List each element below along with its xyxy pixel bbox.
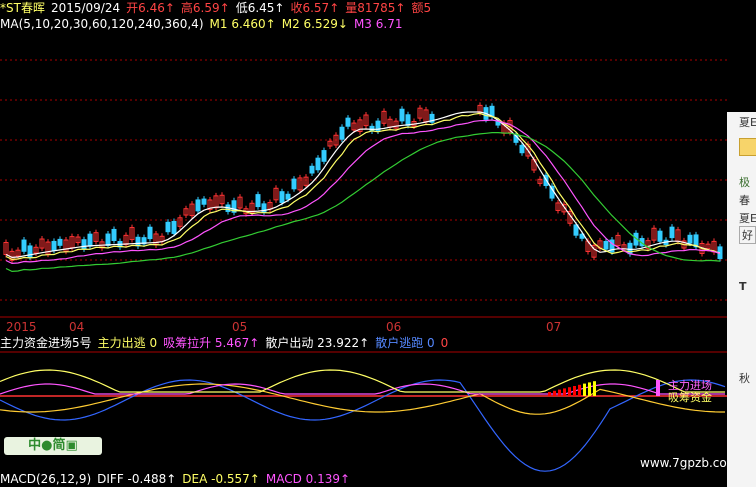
macd-diff: DIFF -0.488↑ bbox=[97, 472, 177, 486]
quote-volume: 量81785↑ bbox=[345, 1, 406, 15]
macd-bar-8 bbox=[588, 382, 591, 396]
candle-body-52 bbox=[315, 157, 321, 171]
candle-body-100 bbox=[603, 240, 609, 250]
candle-body-24 bbox=[147, 226, 153, 240]
candle-body-114 bbox=[687, 234, 693, 244]
macd-bar-2 bbox=[558, 389, 561, 396]
side-item-2[interactable]: 春 bbox=[739, 192, 750, 208]
side-item-4[interactable]: 好 bbox=[739, 226, 756, 244]
candle-body-109 bbox=[657, 230, 663, 242]
logo-text: 中●简▣ bbox=[28, 438, 78, 453]
candle-body-28 bbox=[171, 220, 177, 234]
candle-body-18 bbox=[111, 228, 117, 241]
candle-body-33 bbox=[201, 198, 207, 205]
candle-body-51 bbox=[309, 165, 315, 174]
indicator-panel bbox=[0, 369, 726, 472]
quote-close: 收6.57↑ bbox=[290, 1, 340, 15]
quote-open: 开6.46↑ bbox=[126, 1, 175, 15]
candle-body-111 bbox=[669, 226, 675, 239]
x-label-1: 04 bbox=[69, 320, 85, 334]
macd-bar-3 bbox=[563, 388, 566, 396]
indicator-title[interactable]: 主力资金进场5号 bbox=[0, 336, 92, 350]
candle-body-42 bbox=[255, 194, 261, 208]
side-warning-icon bbox=[739, 138, 756, 156]
x-label-4: 07 bbox=[546, 320, 562, 334]
macd-value: MACD 0.139↑ bbox=[265, 472, 351, 486]
candle-body-17 bbox=[105, 233, 111, 246]
candle-body-67 bbox=[405, 114, 411, 126]
quote-date: 2015/09/24 bbox=[50, 1, 121, 15]
side-item-5[interactable]: T bbox=[739, 280, 747, 293]
ma-m3: M3 6.71 bbox=[353, 17, 403, 31]
candle-body-66 bbox=[399, 108, 405, 122]
ma-m1: M1 6.460↑ bbox=[209, 17, 276, 31]
candle-body-61 bbox=[369, 125, 375, 132]
candle-body-56 bbox=[339, 126, 345, 140]
x-label-3: 06 bbox=[386, 320, 402, 334]
candle-body-47 bbox=[285, 193, 291, 200]
macd-bar-0 bbox=[548, 392, 551, 396]
indicator-retail-flee: 散户逃跑 0 bbox=[375, 336, 435, 350]
candle-body-3 bbox=[21, 239, 27, 252]
candle-body-22 bbox=[135, 236, 141, 247]
quote-high: 高6.59↑ bbox=[180, 1, 230, 15]
macd-bar-4 bbox=[568, 387, 571, 396]
side-panel: 夏E 极 春 夏E 好 T 秋 bbox=[727, 112, 756, 487]
side-item-0[interactable]: 夏E bbox=[739, 114, 756, 130]
x-label-0: 2015 bbox=[6, 320, 37, 334]
side-item-3[interactable]: 夏E bbox=[739, 210, 756, 226]
indicator-retail-out: 散户出动 23.922↑ bbox=[265, 336, 370, 350]
macd-bar-7 bbox=[583, 383, 586, 396]
candle-body-27 bbox=[165, 221, 171, 233]
indicator-main-out: 主力出逃 0 bbox=[97, 336, 158, 350]
chart-annotations: 主力进场 吸筹资金 bbox=[668, 380, 712, 404]
x-label-2: 05 bbox=[232, 320, 248, 334]
indicator-yellow-line bbox=[0, 369, 725, 393]
macd-bar-9 bbox=[593, 381, 596, 396]
indicator-header: 主力资金进场5号 主力出逃 0 吸筹拉升 5.467↑ 散户出动 23.922↑ 散户逃… bbox=[0, 335, 454, 351]
marker-bar bbox=[656, 380, 660, 396]
candle-body-32 bbox=[195, 199, 201, 212]
ma-header: MA(5,10,20,30,60,120,240,360,4) M1 6.460↑… bbox=[0, 16, 408, 32]
macd-bar-5 bbox=[573, 386, 576, 396]
stock-name[interactable]: *ST春晖 bbox=[0, 1, 45, 15]
quote-header: *ST春晖 2015/09/24 开6.46↑ 高6.59↑ 低6.45↑ 收6.57↑ 量… bbox=[0, 0, 437, 16]
quote-amount: 额5 bbox=[411, 1, 432, 15]
candle-body-86 bbox=[519, 144, 525, 154]
candle-body-8 bbox=[51, 240, 57, 251]
candle-body-14 bbox=[87, 233, 93, 247]
ma-m2: M2 6.529↓ bbox=[281, 17, 348, 31]
macd-dea: DEA -0.557↑ bbox=[182, 472, 260, 486]
side-item-6[interactable]: 秋 bbox=[739, 370, 750, 386]
macd-bar-6 bbox=[578, 384, 581, 396]
ma-params[interactable]: MA(5,10,20,30,60,120,240,360,4) bbox=[0, 17, 204, 31]
candle-body-13 bbox=[81, 239, 87, 250]
candle-body-48 bbox=[291, 178, 297, 190]
quote-low: 低6.45↑ bbox=[235, 1, 285, 15]
macd-params[interactable]: MACD(26,12,9) bbox=[0, 472, 91, 486]
macd-bar-1 bbox=[553, 390, 556, 396]
candle-body-46 bbox=[279, 191, 285, 203]
candle-body-53 bbox=[321, 150, 327, 162]
indicator-tail: 0 bbox=[440, 336, 449, 350]
site-watermark: www.7gpzb.com bbox=[640, 456, 738, 470]
app-logo[interactable]: 中●简▣ bbox=[4, 437, 102, 455]
macd-header: MACD(26,12,9) DIFF -0.488↑ DEA -0.557↑ MACD… bbox=[0, 471, 356, 487]
candlestick-layer[interactable] bbox=[3, 102, 723, 264]
indicator-orange-line bbox=[0, 383, 725, 415]
candle-body-57 bbox=[345, 117, 351, 127]
stock-chart[interactable] bbox=[0, 0, 756, 487]
side-item-1[interactable]: 极 bbox=[739, 174, 750, 190]
candle-body-9 bbox=[57, 238, 63, 246]
watermark-text: www.7gpzb.com bbox=[640, 456, 739, 470]
indicator-accumulate: 吸筹拉升 5.467↑ bbox=[163, 336, 260, 350]
annotation-accumulate: 吸筹资金 bbox=[668, 391, 712, 404]
